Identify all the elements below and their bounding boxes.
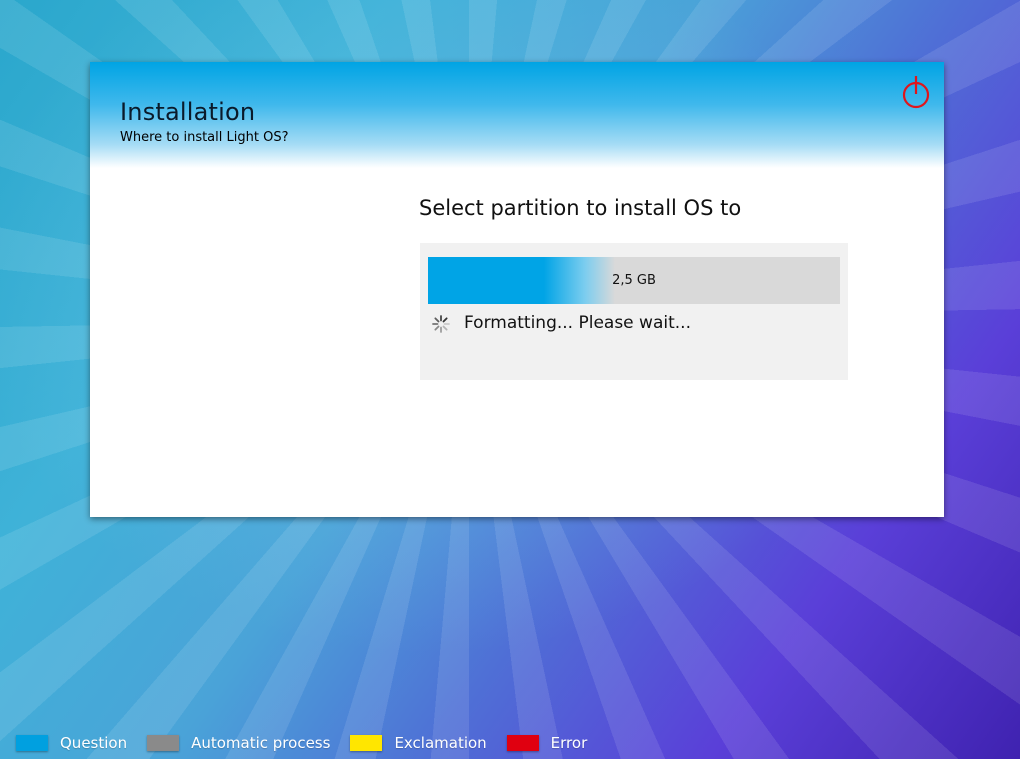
power-icon (902, 76, 930, 109)
partition-size-label: 2,5 GB (612, 273, 656, 288)
legend-label: Exclamation (394, 734, 487, 752)
power-button[interactable] (900, 74, 932, 110)
partition-panel: 2,5 GB Formatting... Please wait... (420, 243, 848, 380)
partition-option[interactable]: 2,5 GB (428, 257, 840, 304)
legend: Question Automatic process Exclamation Erro… (16, 733, 607, 753)
legend-item: Error (506, 734, 588, 752)
section-heading: Select partition to install OS to (419, 196, 742, 220)
legend-swatch (506, 735, 539, 751)
legend-swatch (147, 735, 180, 751)
legend-swatch (350, 735, 383, 751)
legend-label: Question (60, 734, 128, 752)
legend-swatch (16, 735, 48, 751)
window-header: Installation Where to install Light OS? (90, 62, 944, 168)
page-title: Installation (120, 98, 256, 126)
legend-label: Automatic process (191, 734, 331, 752)
spinner-icon (432, 315, 450, 333)
status-text: Formatting... Please wait... (464, 313, 691, 333)
page-subtitle: Where to install Light OS? (120, 130, 289, 145)
legend-item: Automatic process (147, 734, 330, 752)
legend-item: Exclamation (350, 734, 487, 752)
legend-label: Error (550, 734, 588, 752)
legend-item: Question (16, 734, 127, 752)
installer-window: Installation Where to install Light OS? … (90, 62, 944, 517)
